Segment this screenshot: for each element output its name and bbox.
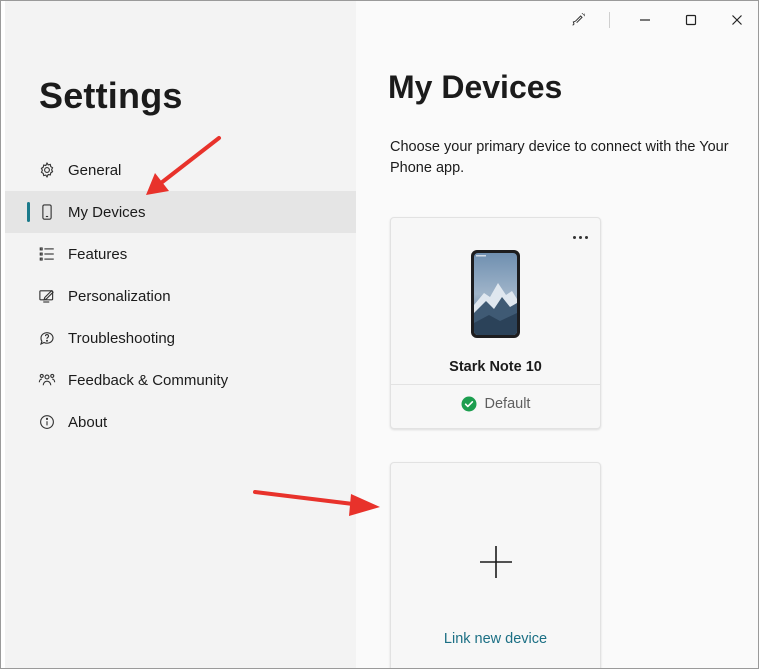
sidebar-item-label: About [68,413,108,431]
app-window: Settings General My Devices Features Per… [0,0,759,669]
phone-icon [37,202,57,222]
sidebar-item-label: Personalization [68,287,171,305]
sidebar: Settings General My Devices Features Per… [5,1,356,668]
list-icon [37,244,57,264]
minimize-icon [640,19,650,21]
title-bar-controls [555,1,758,39]
card-divider [391,384,600,385]
sidebar-item-about[interactable]: About [5,401,356,443]
maximize-icon [685,14,697,26]
close-icon [732,15,742,25]
minimize-button[interactable] [622,1,668,39]
sidebar-item-personalization[interactable]: Personalization [5,275,356,317]
plus-icon [480,546,512,578]
page-title: My Devices [388,69,563,105]
default-label: Default [484,396,531,412]
link-new-device-label: Link new device [443,631,548,647]
sidebar-nav: General My Devices Features Personalizat… [5,149,356,443]
device-name: Stark Note 10 [449,359,542,375]
link-new-device-card[interactable]: Link new device [390,462,601,668]
personalize-icon [37,286,57,306]
sidebar-item-troubleshooting[interactable]: Troubleshooting [5,317,356,359]
sidebar-item-label: Feedback & Community [68,371,229,389]
sidebar-item-features[interactable]: Features [5,233,356,275]
sidebar-item-label: Features [68,245,128,263]
page-description: Choose your primary device to connect wi… [390,139,729,176]
check-circle-icon [461,396,477,412]
troubleshoot-icon [37,328,57,348]
more-options-icon[interactable] [568,230,592,244]
people-icon [37,370,57,390]
sidebar-item-label: My Devices [68,203,146,221]
device-card[interactable]: Stark Note 10 Default [390,217,601,429]
gear-icon [37,160,57,180]
info-icon [37,412,57,432]
title-bar-divider [609,12,610,28]
sidebar-item-label: General [68,161,122,179]
sidebar-item-label: Troubleshooting [68,329,176,347]
sidebar-item-feedback-community[interactable]: Feedback & Community [5,359,356,401]
device-phone-image [471,250,520,338]
sidebar-item-my-devices[interactable]: My Devices [5,191,356,233]
close-button[interactable] [714,1,758,39]
paint-brush-icon[interactable] [555,1,601,39]
main-content: My Devices Choose your primary device to… [356,1,758,668]
selection-indicator [27,202,30,222]
default-status: Default [391,396,600,412]
maximize-button[interactable] [668,1,714,39]
sidebar-item-general[interactable]: General [5,149,356,191]
app-title: Settings [39,75,183,116]
